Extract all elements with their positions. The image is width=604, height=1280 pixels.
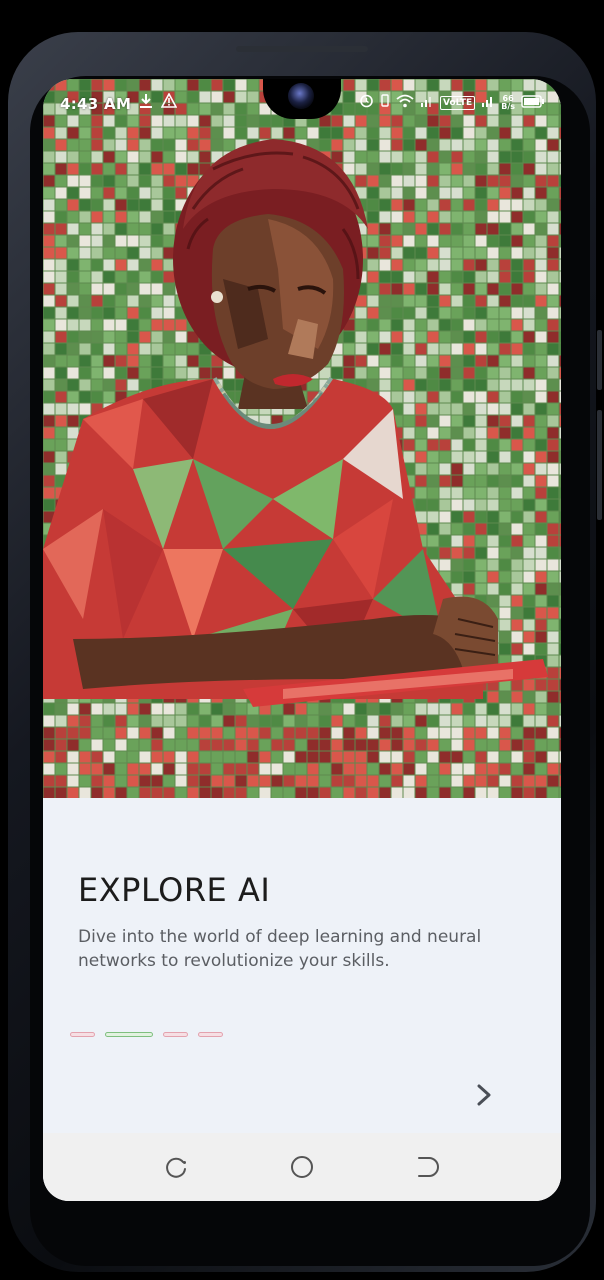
- signal-icon: [420, 94, 434, 112]
- recents-button[interactable]: [161, 1152, 191, 1182]
- download-icon: [139, 93, 153, 113]
- data-speed: 66 B/s: [501, 94, 515, 111]
- page-description: Dive into the world of deep learning and…: [78, 927, 482, 971]
- warning-icon: [160, 92, 178, 113]
- signal-icon: [481, 94, 495, 112]
- home-icon: [291, 1156, 313, 1178]
- power-button: [597, 410, 602, 520]
- data-speed-unit: B/s: [501, 101, 515, 111]
- woman-illustration: [43, 139, 548, 707]
- volume-button: [597, 330, 602, 390]
- recents-icon: [166, 1157, 186, 1178]
- chevron-right-icon: [477, 1084, 491, 1106]
- status-time: 4:43 AM: [60, 95, 132, 113]
- status-bar: 4:43 AM VoLTE 66 B/s: [43, 79, 561, 129]
- alarm-icon: [359, 93, 374, 112]
- vibrate-icon: [380, 93, 390, 112]
- system-nav-bar: [43, 1133, 561, 1201]
- battery-icon: [521, 94, 545, 112]
- hero-image: [43, 79, 561, 798]
- back-icon: [418, 1157, 439, 1177]
- wifi-icon: [396, 94, 414, 112]
- page-dot-active[interactable]: [105, 1032, 153, 1037]
- page-dot[interactable]: [70, 1032, 95, 1037]
- front-camera: [288, 83, 314, 109]
- home-button[interactable]: [287, 1152, 317, 1182]
- screen: 4:43 AM VoLTE 66 B/s EXPLORE AI Dive int…: [43, 79, 561, 1201]
- camera-notch: [263, 79, 341, 119]
- volte-icon: VoLTE: [440, 95, 476, 110]
- next-button[interactable]: [469, 1080, 499, 1110]
- page-indicator: [70, 1032, 223, 1037]
- page-dot[interactable]: [198, 1032, 223, 1037]
- earpiece-speaker: [236, 46, 368, 52]
- page-dot[interactable]: [163, 1032, 188, 1037]
- back-button[interactable]: [413, 1152, 443, 1182]
- page-title: EXPLORE AI: [78, 871, 271, 910]
